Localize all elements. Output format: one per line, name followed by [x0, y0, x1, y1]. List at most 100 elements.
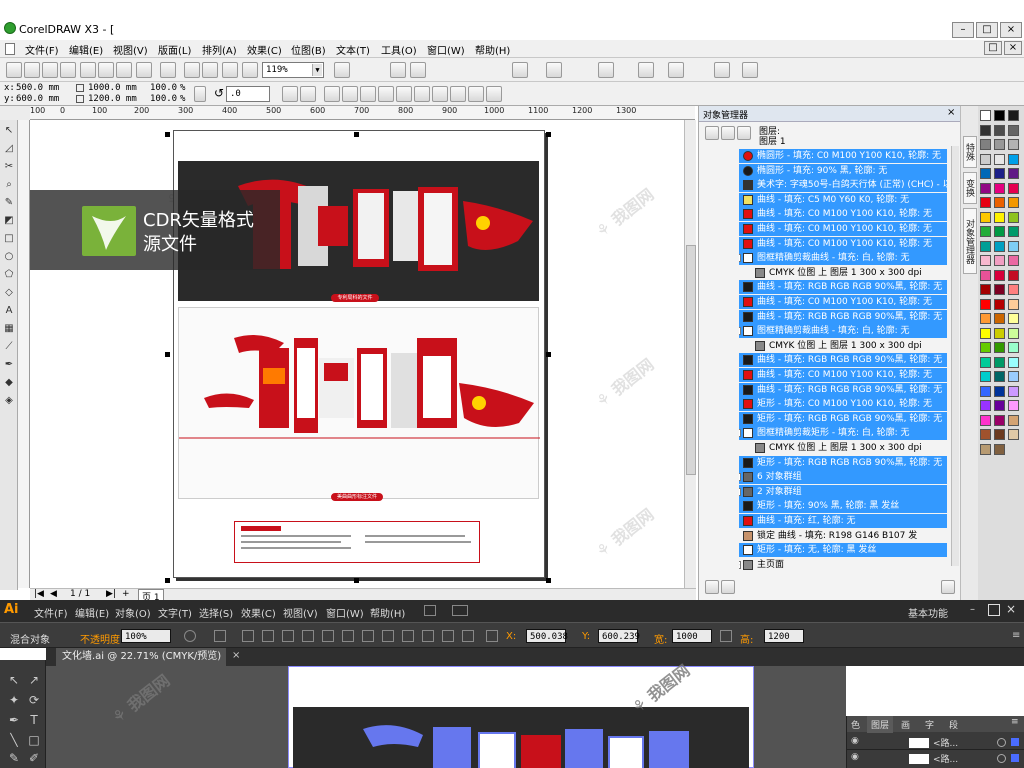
rectangle-tool-icon[interactable]: □ — [2, 232, 16, 246]
ai-menu-window[interactable]: 窗口(W) — [326, 605, 364, 620]
color-swatch[interactable] — [980, 356, 991, 368]
print-icon[interactable] — [60, 62, 76, 78]
mirror-h-icon[interactable] — [282, 86, 298, 102]
illustrator-canvas[interactable]: ⚘ 我图网 ⚘ 我图网 — [46, 661, 846, 768]
first-page-icon[interactable]: |◀ — [34, 589, 44, 599]
reference-point-icon[interactable] — [486, 630, 498, 642]
group-icon[interactable] — [324, 86, 340, 102]
direct-selection-tool-icon[interactable]: ↗ — [26, 672, 42, 688]
distribute-left-icon[interactable] — [422, 630, 434, 642]
docker-tab-object-manager[interactable]: 对象管理器 — [963, 208, 977, 274]
panel-close-icon[interactable]: × — [947, 107, 955, 118]
line-tool-icon[interactable]: ╲ — [6, 732, 22, 748]
paste-icon[interactable] — [116, 62, 132, 78]
opacity-field[interactable]: 100% — [121, 629, 171, 643]
type-tool-icon[interactable]: T — [26, 712, 42, 728]
color-swatch[interactable] — [980, 211, 991, 223]
object-row[interactable]: 曲线 - 填充: C0 M100 Y100 K10, 轮廓: 无 — [739, 236, 947, 251]
docker-tab-transform[interactable]: 变换 — [963, 172, 977, 204]
add-page-icon[interactable]: + — [122, 589, 130, 599]
pick-tool-icon[interactable]: ↖ — [2, 124, 16, 138]
align-top-icon[interactable] — [302, 630, 314, 642]
doc-close-button[interactable]: × — [1004, 41, 1022, 55]
color-swatch[interactable] — [994, 414, 1005, 426]
color-swatch[interactable] — [980, 255, 991, 266]
nodes-icon[interactable] — [546, 62, 562, 78]
color-swatch[interactable] — [1008, 400, 1019, 411]
opacity-label[interactable]: 不透明度: — [80, 631, 123, 646]
open-icon[interactable] — [24, 62, 40, 78]
align-icon[interactable] — [486, 86, 502, 102]
color-swatch[interactable] — [994, 284, 1005, 295]
welcome-icon[interactable] — [242, 62, 258, 78]
object-row[interactable]: 椭圆形 - 填充: C0 M100 Y100 K10, 轮廓: 无 — [739, 149, 947, 163]
object-row[interactable]: 矩形 - 填充: RGB RGB RGB 90%黑, 轮廓: 无 — [739, 455, 947, 470]
color-swatch[interactable] — [980, 182, 991, 194]
ai-close-icon[interactable]: × — [1006, 602, 1020, 616]
zoom-level-combo[interactable]: 119% ▼ — [262, 62, 324, 78]
corel-online-icon[interactable] — [512, 62, 528, 78]
menu-edit[interactable]: 编辑(E) — [69, 42, 103, 57]
object-row[interactable]: 曲线 - 填充: RGB RGB RGB 90%黑, 轮廓: 无 — [739, 382, 947, 397]
distribute-center-icon[interactable] — [442, 630, 454, 642]
ai-menu-help[interactable]: 帮助(H) — [370, 605, 405, 620]
color-swatch[interactable] — [1008, 226, 1019, 237]
interactive-fill-icon[interactable]: ◈ — [2, 394, 16, 408]
text-tool-icon[interactable]: A — [2, 304, 16, 318]
launcher-icon[interactable] — [222, 62, 238, 78]
eyedropper-icon[interactable]: ⟋ — [2, 340, 16, 354]
color-swatch[interactable] — [980, 168, 991, 179]
color-swatch[interactable] — [1008, 124, 1019, 136]
scale-x-field[interactable]: 100.0 — [150, 83, 177, 93]
minimize-button[interactable]: – — [952, 22, 974, 38]
ai-menu-select[interactable]: 选择(S) — [199, 605, 233, 620]
snap-icon[interactable] — [334, 62, 350, 78]
distribute-bottom-icon[interactable] — [402, 630, 414, 642]
maximize-button[interactable]: □ — [976, 22, 998, 38]
selection-handle[interactable] — [165, 132, 170, 137]
vertical-ruler[interactable] — [18, 120, 30, 588]
shape-tool-icon[interactable]: ◿ — [2, 142, 16, 156]
object-row[interactable]: + 主页面 — [739, 558, 947, 572]
color-swatch[interactable] — [980, 443, 991, 455]
color-swatch[interactable] — [980, 298, 991, 310]
align-right-icon[interactable] — [282, 630, 294, 642]
color-swatch[interactable] — [1008, 269, 1019, 281]
panel-tab-character[interactable]: 字 — [925, 718, 934, 731]
ai-width-field[interactable]: 1000 mm — [672, 629, 712, 656]
menu-tools[interactable]: 工具(O) — [381, 42, 417, 57]
outline-tool-icon[interactable]: ✒ — [2, 358, 16, 372]
object-row[interactable]: 椭圆形 - 填充: 90% 黑, 轮廓: 无 — [739, 163, 947, 178]
color-swatch[interactable] — [1008, 298, 1019, 310]
panel-tab-layers[interactable]: 图层 — [867, 716, 894, 733]
selection-handle[interactable] — [354, 578, 359, 583]
magic-wand-icon[interactable]: ✦ — [6, 692, 22, 708]
globe-icon[interactable] — [598, 62, 614, 78]
color-swatch[interactable] — [994, 153, 1005, 165]
object-row[interactable]: 曲线 - 填充: RGB RGB RGB 90%黑, 轮廓: 无 — [739, 280, 947, 295]
cut-icon[interactable] — [80, 62, 96, 78]
design-light-preview[interactable] — [178, 307, 540, 499]
fill-tool-icon[interactable]: ◆ — [2, 376, 16, 390]
lasso-tool-icon[interactable]: ⟳ — [26, 692, 42, 708]
crop-tool-icon[interactable]: ✂ — [2, 160, 16, 174]
object-row[interactable]: CMYK 位图 上 图层 1 300 x 300 dpi — [739, 266, 947, 280]
color-swatch[interactable] — [994, 429, 1005, 440]
layer-row[interactable]: ◉ <路... — [847, 736, 1024, 750]
object-row[interactable]: +6 对象群组 — [739, 470, 947, 485]
object-row[interactable]: 曲线 - 填充: C0 M100 Y100 K10, 轮廓: 无 — [739, 207, 947, 222]
basic-shapes-icon[interactable]: ◇ — [2, 286, 16, 300]
color-swatch[interactable] — [1008, 240, 1019, 252]
color-swatch[interactable] — [1008, 429, 1019, 440]
color-swatch[interactable] — [994, 240, 1005, 252]
lock-ratio-icon[interactable] — [194, 86, 206, 102]
distribute-middle-icon[interactable] — [382, 630, 394, 642]
doc-restore-button[interactable]: □ — [984, 41, 1002, 55]
distribute-right-icon[interactable] — [462, 630, 474, 642]
color-swatch[interactable] — [994, 124, 1005, 136]
color-swatch[interactable] — [994, 269, 1005, 281]
ellipse-tool-icon[interactable]: ○ — [2, 250, 16, 264]
trim-icon[interactable] — [432, 86, 448, 102]
color-swatch[interactable] — [980, 139, 991, 150]
paint-icon[interactable] — [638, 62, 654, 78]
